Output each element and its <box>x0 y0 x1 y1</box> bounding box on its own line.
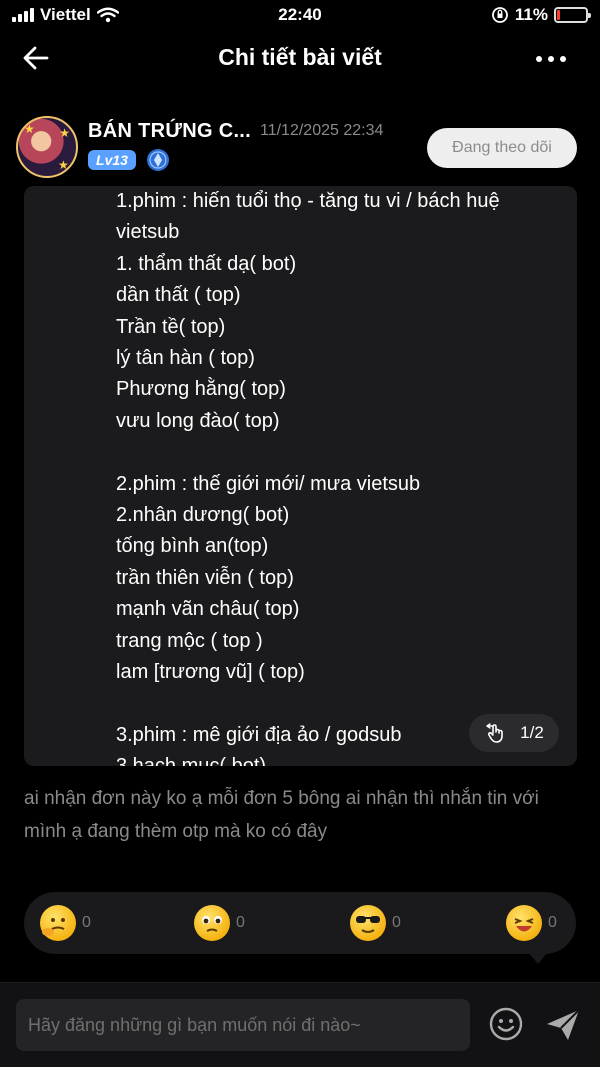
post-text-line: 1. thẩm thất dạ( bot) <box>116 252 297 275</box>
reaction-laughing[interactable]: 0 <box>506 905 557 941</box>
thinking-face-icon <box>40 905 76 941</box>
post-text-line: trần thiên viễn ( top) <box>116 566 294 589</box>
post-text-line: 1.phim : hiến tuổi thọ - tăng tu vi / bá… <box>116 190 500 244</box>
author-name[interactable]: BÁN TRỨNG C... <box>88 120 251 143</box>
reaction-sunglasses[interactable]: 0 <box>350 905 401 941</box>
author-header: ★ ★ ★ BÁN TRỨNG C... 11/12/2025 22:34 Lv… <box>16 116 586 186</box>
sunglasses-face-icon <box>350 905 386 941</box>
verified-badge-icon <box>147 149 169 171</box>
reaction-count: 0 <box>82 914 91 931</box>
reaction-pleading[interactable]: 0 <box>194 905 245 941</box>
page-counter: 1/2 <box>520 723 544 742</box>
post-text-line: Trần tề( top) <box>116 315 226 338</box>
page-indicator[interactable]: 1/2 <box>469 714 559 752</box>
battery-icon <box>554 7 591 23</box>
reaction-thinking[interactable]: 0 <box>40 905 91 941</box>
reaction-bar: 0 0 0 0 <box>24 892 576 954</box>
more-options-icon[interactable] <box>536 56 566 62</box>
post-image-card[interactable]: 1.phim : hiến tuổi thọ - tăng tu vi / bá… <box>24 186 577 766</box>
post-text-line: lý tân hàn ( top) <box>116 346 255 369</box>
pleading-face-icon <box>194 905 230 941</box>
post-text-line: dần thất ( top) <box>116 284 241 307</box>
post-text-line: 2.phim : thế giới mới/ mưa vietsub <box>116 472 421 495</box>
reaction-count: 0 <box>548 914 557 931</box>
post-text: 1.phim : hiến tuổi thọ - tăng tu vi / bá… <box>116 186 546 766</box>
avatar[interactable]: ★ ★ ★ <box>16 116 78 178</box>
post-date: 11/12/2025 22:34 <box>260 122 384 139</box>
following-button[interactable]: Đang theo dõi <box>427 128 577 168</box>
post-text-line: mạnh vãn châu( top) <box>116 598 300 621</box>
comment-input[interactable] <box>16 999 470 1051</box>
post-text-line: Phương hằng( top) <box>116 378 286 401</box>
post-text-line: 2.nhân dương( bot) <box>116 503 290 526</box>
emoji-picker-icon[interactable] <box>488 1006 524 1042</box>
reaction-count: 0 <box>392 914 401 931</box>
post-caption: ai nhận đơn này ko ạ mỗi đơn 5 bông ai n… <box>24 788 539 842</box>
post-text-line: vưu long đào( top) <box>116 409 280 432</box>
laughing-face-icon <box>506 905 542 941</box>
orientation-lock-icon <box>492 7 508 23</box>
swipe-hand-icon <box>486 723 503 743</box>
post-text-line: 3.hạch mục( bot) <box>116 751 546 766</box>
reaction-count: 0 <box>236 914 245 931</box>
post-text-line: tống bình an(top) <box>116 535 269 558</box>
page-title: Chi tiết bài viết <box>218 44 382 70</box>
reaction-bar-pointer <box>528 952 548 964</box>
post-text-line: trang mộc ( top ) <box>116 629 263 652</box>
post-text-line: lam [trương vũ] ( top) <box>116 660 305 683</box>
battery-percent: 11% <box>514 5 548 24</box>
post-text-line <box>116 437 546 468</box>
comment-composer <box>0 982 600 1067</box>
level-badge: Lv13 <box>88 150 136 170</box>
send-icon[interactable] <box>544 1007 582 1043</box>
nav-bar: Chi tiết bài viết <box>0 34 600 82</box>
status-bar: Viettel 22:40 11% <box>0 0 600 32</box>
